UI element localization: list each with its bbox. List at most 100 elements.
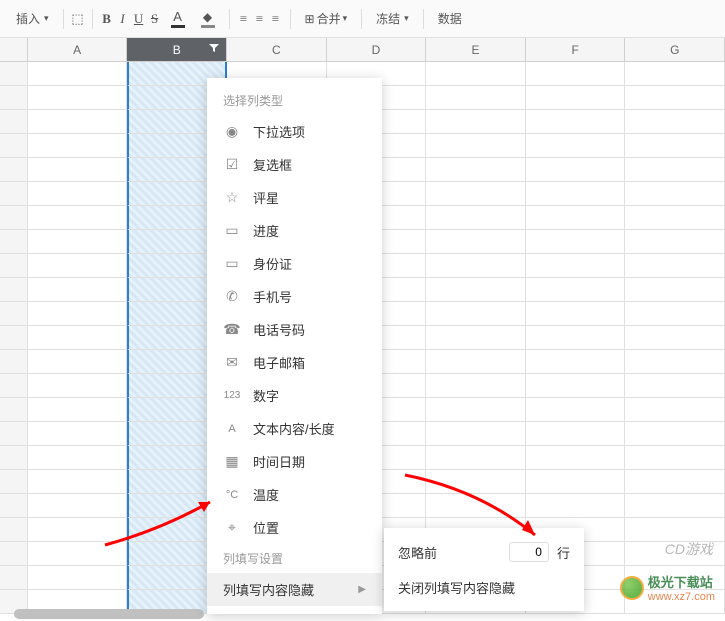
cell[interactable] bbox=[625, 110, 725, 134]
row-number[interactable] bbox=[0, 86, 28, 110]
row-number[interactable] bbox=[0, 446, 28, 470]
row-number[interactable] bbox=[0, 302, 28, 326]
row-number[interactable] bbox=[0, 278, 28, 302]
menu-item-progress[interactable]: ▭进度 bbox=[207, 214, 382, 247]
menu-item-mobile[interactable]: ✆手机号 bbox=[207, 280, 382, 313]
cell[interactable] bbox=[28, 134, 128, 158]
cell[interactable] bbox=[526, 182, 626, 206]
cell[interactable] bbox=[426, 134, 526, 158]
col-header-f[interactable]: F bbox=[526, 38, 626, 61]
menu-item-rating[interactable]: ☆评星 bbox=[207, 181, 382, 214]
cell[interactable] bbox=[28, 302, 128, 326]
cell[interactable] bbox=[526, 158, 626, 182]
cell[interactable] bbox=[28, 206, 128, 230]
cell[interactable] bbox=[526, 230, 626, 254]
row-number[interactable] bbox=[0, 326, 28, 350]
cell[interactable] bbox=[28, 62, 128, 86]
ignore-rows-row[interactable]: 忽略前 行 bbox=[384, 534, 584, 570]
cell[interactable] bbox=[625, 278, 725, 302]
cell[interactable] bbox=[625, 542, 725, 566]
cell[interactable] bbox=[426, 470, 526, 494]
cell[interactable] bbox=[28, 470, 128, 494]
cell[interactable] bbox=[625, 206, 725, 230]
cell[interactable] bbox=[526, 62, 626, 86]
cell[interactable] bbox=[625, 566, 725, 590]
cell[interactable] bbox=[28, 230, 128, 254]
row-number[interactable] bbox=[0, 230, 28, 254]
italic-button[interactable]: I bbox=[115, 11, 131, 27]
horizontal-scrollbar[interactable] bbox=[14, 609, 204, 619]
row-number[interactable] bbox=[0, 62, 28, 86]
cell[interactable] bbox=[426, 86, 526, 110]
cell[interactable] bbox=[426, 62, 526, 86]
col-header-e[interactable]: E bbox=[426, 38, 526, 61]
cell[interactable] bbox=[625, 158, 725, 182]
cell[interactable] bbox=[625, 398, 725, 422]
cell[interactable] bbox=[28, 254, 128, 278]
col-header-a[interactable]: A bbox=[28, 38, 128, 61]
freeze-button[interactable]: 冻结▾ bbox=[368, 6, 417, 31]
cell[interactable] bbox=[625, 350, 725, 374]
cell[interactable] bbox=[625, 374, 725, 398]
cell[interactable] bbox=[426, 206, 526, 230]
menu-item-number[interactable]: 123数字 bbox=[207, 379, 382, 412]
insert-button[interactable]: 插入▾ bbox=[8, 6, 57, 31]
cell[interactable] bbox=[28, 374, 128, 398]
cell[interactable] bbox=[625, 182, 725, 206]
menu-item-dropdown[interactable]: ◉下拉选项 bbox=[207, 115, 382, 148]
paint-icon[interactable]: ⬚ bbox=[70, 11, 86, 27]
row-number[interactable] bbox=[0, 182, 28, 206]
cell[interactable] bbox=[28, 398, 128, 422]
align-left-icon[interactable]: ≡ bbox=[236, 11, 252, 27]
row-number[interactable] bbox=[0, 110, 28, 134]
cell[interactable] bbox=[526, 422, 626, 446]
row-number[interactable] bbox=[0, 566, 28, 590]
cell[interactable] bbox=[526, 350, 626, 374]
cell[interactable] bbox=[426, 326, 526, 350]
fill-color-button[interactable]: ◆ bbox=[193, 6, 223, 32]
cell[interactable] bbox=[28, 422, 128, 446]
cell[interactable] bbox=[625, 230, 725, 254]
menu-item-checkbox[interactable]: ☑复选框 bbox=[207, 148, 382, 181]
cell[interactable] bbox=[28, 446, 128, 470]
row-number[interactable] bbox=[0, 254, 28, 278]
menu-item-hide-content[interactable]: 列填写内容隐藏 ▶ bbox=[207, 573, 382, 606]
col-header-g[interactable]: G bbox=[625, 38, 725, 61]
cell[interactable] bbox=[426, 182, 526, 206]
cell[interactable] bbox=[426, 398, 526, 422]
menu-item-text[interactable]: A文本内容/长度 bbox=[207, 412, 382, 445]
cell[interactable] bbox=[426, 446, 526, 470]
menu-item-temperature[interactable]: °C温度 bbox=[207, 478, 382, 511]
row-number[interactable] bbox=[0, 206, 28, 230]
cell[interactable] bbox=[625, 86, 725, 110]
cell[interactable] bbox=[28, 326, 128, 350]
cell[interactable] bbox=[426, 110, 526, 134]
cell[interactable] bbox=[526, 470, 626, 494]
cell[interactable] bbox=[426, 350, 526, 374]
row-number[interactable] bbox=[0, 134, 28, 158]
menu-item-email[interactable]: ✉电子邮箱 bbox=[207, 346, 382, 379]
cell[interactable] bbox=[426, 230, 526, 254]
row-number[interactable] bbox=[0, 518, 28, 542]
align-center-icon[interactable]: ≡ bbox=[252, 11, 268, 27]
row-number[interactable] bbox=[0, 158, 28, 182]
cell[interactable] bbox=[28, 566, 128, 590]
cell[interactable] bbox=[625, 326, 725, 350]
cell[interactable] bbox=[28, 110, 128, 134]
align-right-icon[interactable]: ≡ bbox=[268, 11, 284, 27]
cell[interactable] bbox=[426, 158, 526, 182]
cell[interactable] bbox=[625, 62, 725, 86]
row-number[interactable] bbox=[0, 374, 28, 398]
cell[interactable] bbox=[625, 422, 725, 446]
row-number[interactable] bbox=[0, 470, 28, 494]
merge-button[interactable]: ⊞合并▾ bbox=[297, 6, 356, 31]
cell[interactable] bbox=[526, 494, 626, 518]
data-button[interactable]: 数据 bbox=[430, 6, 470, 31]
menu-item-date[interactable]: ▦时间日期 bbox=[207, 445, 382, 478]
cell[interactable] bbox=[28, 350, 128, 374]
select-all-corner[interactable] bbox=[0, 38, 28, 61]
cell[interactable] bbox=[625, 494, 725, 518]
cell[interactable] bbox=[28, 158, 128, 182]
cell[interactable] bbox=[625, 590, 725, 614]
cell[interactable] bbox=[526, 110, 626, 134]
